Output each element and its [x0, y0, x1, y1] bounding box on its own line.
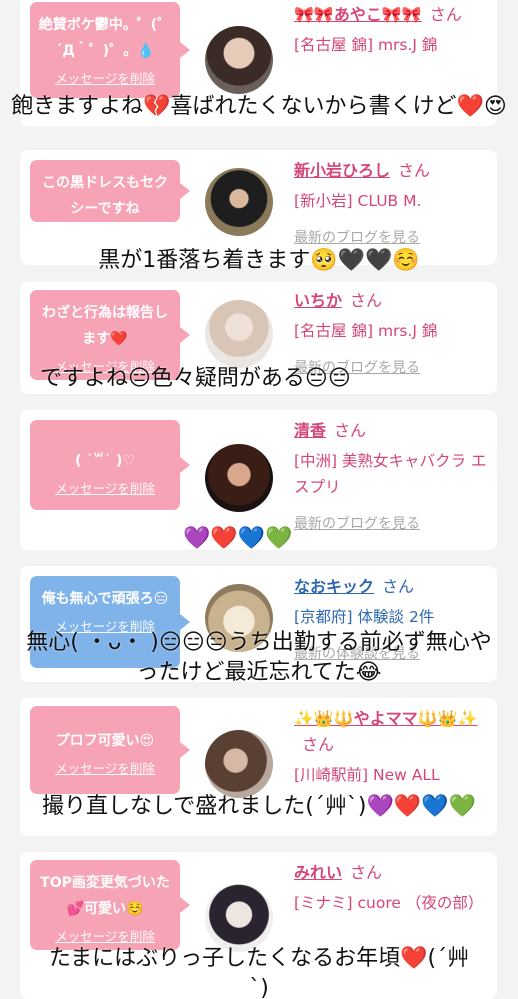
bubble-message: TOP画変更気づいた💕可愛い☺️ — [40, 875, 170, 917]
san-suffix: さん — [398, 161, 431, 180]
avatar[interactable] — [205, 300, 273, 368]
message-bubble: この黒ドレスもセクシーですね — [30, 160, 190, 222]
shop-link[interactable]: [名古屋 錦] mrs.J 錦 — [294, 32, 489, 58]
avatar[interactable] — [205, 168, 273, 236]
user-info: ✨👑🔱やよママ🔱👑✨ さん [川崎駅前] New ALL — [294, 706, 489, 788]
latest-blog-link[interactable]: 最新のブログを見る — [294, 228, 489, 248]
shop-link[interactable]: [川崎駅前] New ALL — [294, 762, 489, 788]
user-name-link[interactable]: いちか — [294, 291, 342, 310]
user-name-link[interactable]: ✨👑🔱やよママ🔱👑✨ — [294, 709, 478, 728]
avatar[interactable] — [205, 884, 273, 952]
message-bubble: TOP画変更気づいた💕可愛い☺️ メッセージを削除 — [30, 860, 190, 950]
san-suffix: さん — [334, 421, 367, 440]
shop-link[interactable]: [ミナミ] cuore （夜の部） — [294, 890, 489, 916]
user-info: 清香 さん [中洲] 美熟女キャバクラ エスプリ 最新のブログを見る — [294, 418, 489, 534]
delete-message-link[interactable]: メッセージを削除 — [36, 478, 174, 497]
avatar[interactable] — [205, 26, 273, 94]
user-info: 🎀🎀あやこ🎀🎀 さん [名古屋 錦] mrs.J 錦 — [294, 2, 489, 58]
bubble-message: 絶賛ボケ鬱中。゜(゜´Д｀゜)゜。💧 — [38, 17, 172, 59]
san-suffix: さん — [302, 735, 335, 754]
delete-message-link[interactable]: メッセージを削除 — [36, 926, 174, 945]
caption-overlay: 無心( ・ᴗ・ )😑😑😑うち出勤する前必ず無心やったけど最近忘れてた😂 — [26, 630, 492, 685]
delete-message-link[interactable]: メッセージを削除 — [36, 68, 174, 87]
bubble-message: 俺も無心で頑張ろ😑 — [41, 591, 169, 607]
user-name-link[interactable]: みれい — [294, 863, 342, 882]
bubble-message: わざと行為は報告します❤️ — [42, 305, 168, 347]
shop-link[interactable]: [中洲] 美熟女キャバクラ エスプリ — [294, 448, 489, 500]
avatar[interactable] — [205, 730, 273, 798]
bubble-message: プロフ可愛い😍 — [55, 733, 155, 749]
bubble-message: ( ˙꒳˙ )♡ — [74, 453, 136, 469]
user-name-link[interactable]: なおキック — [294, 577, 374, 596]
user-name-link[interactable]: 清香 — [294, 421, 326, 440]
shop-link[interactable]: [新小岩] CLUB M. — [294, 188, 489, 214]
caption-overlay: 撮り直しなしで盛れました(´艸`)💜❤️💙💚 — [41, 794, 477, 819]
caption-overlay: たまにはぶりっ子したくなるお年頃❤️(´艸`) — [48, 946, 470, 999]
user-name-link[interactable]: 🎀🎀あやこ🎀🎀 — [294, 5, 422, 24]
delete-message-link[interactable]: メッセージを削除 — [36, 758, 174, 777]
san-suffix: さん — [429, 5, 462, 24]
shop-link[interactable]: [京都府] 体験談 2件 — [294, 604, 489, 630]
user-info: みれい さん [ミナミ] cuore （夜の部） — [294, 860, 489, 916]
avatar[interactable] — [205, 444, 273, 512]
message-bubble: 絶賛ボケ鬱中。゜(゜´Д｀゜)゜。💧 メッセージを削除 — [30, 2, 190, 98]
message-bubble: ( ˙꒳˙ )♡ メッセージを削除 — [30, 420, 190, 510]
caption-overlay: 飽きますよね💔喜ばれたくないから書くけど❤️😍 — [11, 94, 507, 119]
user-name-link[interactable]: 新小岩ひろし — [294, 161, 390, 180]
san-suffix: さん — [350, 291, 383, 310]
user-info: 新小岩ひろし さん [新小岩] CLUB M. 最新のブログを見る — [294, 158, 489, 248]
caption-overlay: 黒が1番落ち着きます🥺🖤🖤☺️ — [98, 248, 420, 273]
caption-overlay: 💜❤️💙💚 — [183, 526, 293, 551]
shop-link[interactable]: [名古屋 錦] mrs.J 錦 — [294, 318, 489, 344]
message-bubble: プロフ可愛い😍 メッセージを削除 — [30, 706, 190, 794]
san-suffix: さん — [350, 863, 383, 882]
san-suffix: さん — [382, 577, 415, 596]
bubble-message: この黒ドレスもセクシーですね — [42, 175, 168, 217]
caption-overlay: ですよね😑色々疑問がある😑😑 — [40, 366, 351, 391]
